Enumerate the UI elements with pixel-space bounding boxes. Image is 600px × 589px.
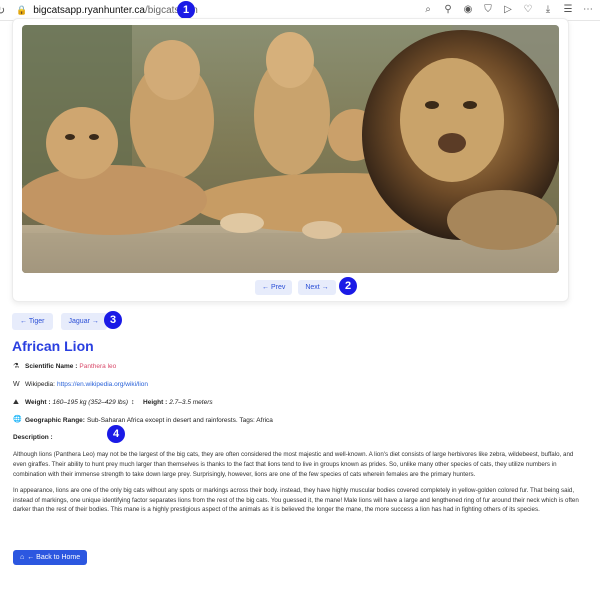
- shield-icon[interactable]: ⛉: [482, 3, 494, 15]
- weight-label: Weight :: [25, 398, 51, 406]
- height-value: 2.7–3.5 meters: [169, 398, 213, 406]
- annotation-badge-3: 3: [104, 311, 122, 329]
- lion-photo: [22, 25, 559, 273]
- weight-value: 160–195 kg (352–429 lbs): [52, 398, 129, 406]
- play-icon[interactable]: ▷: [502, 3, 514, 15]
- photo-pager: ← Prev Next →: [255, 280, 336, 295]
- wikipedia-label: Wikipedia:: [25, 381, 55, 389]
- description-paragraph: Although lions (Panthera Leo) may not be…: [13, 451, 574, 478]
- size-row: ⛰ Weight : 160–195 kg (352–429 lbs) ↕ He…: [13, 398, 588, 408]
- facts-section: ⚗ Scientific Name : Panthera leo W Wikip…: [13, 362, 588, 522]
- download-icon[interactable]: ⤓: [542, 3, 554, 15]
- menu-lines-icon[interactable]: ☰: [562, 3, 574, 15]
- search-icon[interactable]: ⌕: [422, 3, 434, 15]
- height-icon: ↕: [131, 398, 135, 406]
- lock-icon[interactable]: 🔒: [16, 5, 27, 16]
- home-icon: ⌂: [20, 554, 25, 561]
- range-label: Geographic Range:: [25, 416, 85, 424]
- globe-icon: 🌐: [13, 416, 22, 424]
- prev-button[interactable]: ← Prev: [255, 280, 293, 295]
- annotation-badge-2: 2: [339, 277, 357, 295]
- scientific-name-value: Panthera leo: [79, 363, 117, 371]
- back-home-button[interactable]: ⌂ ← Back to Home: [13, 550, 88, 565]
- wikipedia-icon: W: [13, 380, 20, 388]
- description-label: Description :: [13, 434, 53, 442]
- scientist-icon: ⚗: [13, 363, 20, 370]
- browser-toolbar: ⌕ ⚲ ◉ ⛉ ▷ ♡ ⤓ ☰ ⋯: [422, 3, 594, 15]
- more-icon[interactable]: ⋯: [582, 3, 594, 15]
- next-animal-button[interactable]: Jaguar →: [60, 313, 107, 330]
- weight-icon: ⛰: [13, 398, 19, 406]
- back-home-label: ← Back to Home: [27, 554, 81, 561]
- wikipedia-link[interactable]: https://en.wikipedia.org/wiki/lion: [57, 380, 148, 389]
- description-paragraph: In appearance, lions are one of the only…: [13, 487, 579, 514]
- wikipedia-row: W Wikipedia: https://en.wikipedia.org/wi…: [13, 380, 588, 390]
- image-card: ← Prev Next →: [12, 18, 569, 302]
- zoom-icon[interactable]: ⚲: [442, 3, 454, 15]
- scientific-name-row: ⚗ Scientific Name : Panthera leo: [13, 362, 588, 372]
- annotation-badge-1: 1: [177, 1, 195, 19]
- reload-icon[interactable]: ↻: [0, 4, 10, 17]
- camera-icon[interactable]: ◉: [462, 3, 474, 15]
- scientific-name-label: Scientific Name :: [25, 363, 78, 371]
- next-button[interactable]: Next →: [298, 280, 336, 295]
- height-label: Height :: [143, 398, 168, 406]
- animal-navigation: ← Tiger Jaguar →: [12, 313, 107, 330]
- range-value: Sub-Saharan Africa except in desert and …: [86, 416, 273, 424]
- url-text[interactable]: bigcatsapp.ryanhunter.ca/bigcats/lion: [33, 5, 198, 16]
- favorite-icon[interactable]: ♡: [522, 3, 534, 15]
- range-row: 🌐 Geographic Range: Sub-Saharan Africa e…: [13, 415, 588, 425]
- previous-animal-button[interactable]: ← Tiger: [12, 313, 53, 330]
- page-title: African Lion: [12, 338, 94, 354]
- annotation-badge-4: 4: [107, 425, 125, 443]
